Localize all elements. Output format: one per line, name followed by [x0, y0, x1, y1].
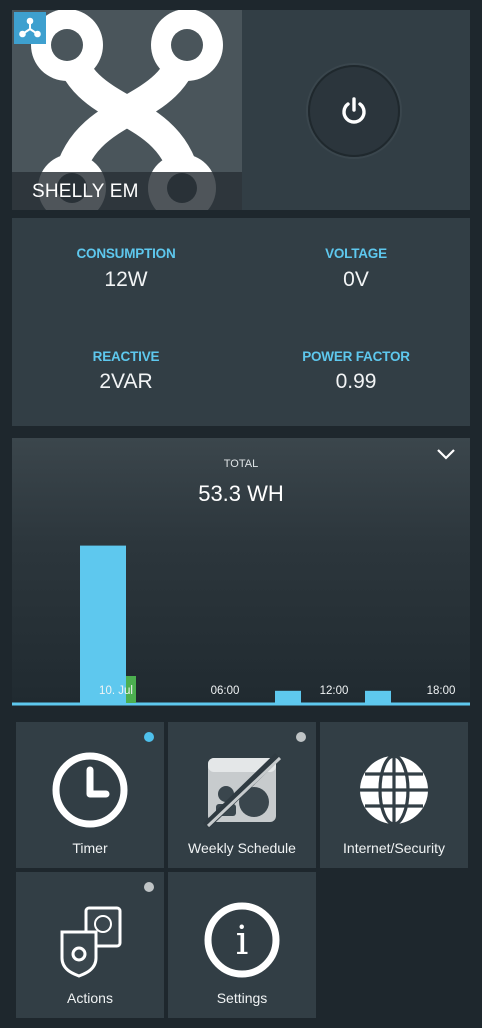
- power-factor-label: POWER FACTOR: [302, 349, 410, 364]
- chart-bar[interactable]: [275, 690, 301, 704]
- power-icon: [342, 97, 366, 124]
- internet-security-tile[interactable]: Internet/Security: [320, 722, 468, 868]
- energy-chart: 10. Jul 06:00 12:00 18:00: [12, 545, 470, 706]
- timer-status-dot: [144, 732, 154, 742]
- clock-icon: [52, 752, 128, 828]
- weekly-schedule-label: Weekly Schedule: [188, 840, 296, 856]
- actions-icon: [60, 906, 122, 978]
- chart-bar[interactable]: [365, 690, 391, 704]
- device-name-bar: SHELLY EM: [12, 172, 242, 210]
- device-image[interactable]: SHELLY EM: [12, 10, 242, 210]
- reactive-value: 2VAR: [99, 370, 153, 393]
- consumption-label: CONSUMPTION: [76, 246, 176, 261]
- device-name: SHELLY EM: [32, 181, 139, 202]
- consumption-value: 12W: [104, 268, 148, 291]
- x-tick-label: 06:00: [211, 685, 240, 697]
- x-tick-label: 12:00: [320, 685, 349, 697]
- actions-status-dot: [144, 882, 154, 892]
- actions-label: Actions: [67, 990, 113, 1006]
- timer-tile[interactable]: Timer: [16, 722, 164, 868]
- actions-tile[interactable]: Actions: [16, 872, 164, 1018]
- device-card: SHELLY EM: [12, 10, 470, 210]
- voltage-value: 0V: [343, 268, 369, 291]
- x-tick-label: 18:00: [427, 685, 456, 697]
- voltage-label: VOLTAGE: [325, 246, 387, 261]
- settings-label: Settings: [216, 990, 268, 1006]
- schedule-disabled-icon: [203, 753, 282, 829]
- power-factor-value: 0.99: [335, 370, 377, 393]
- metrics-card: CONSUMPTION 12W VOLTAGE 0V REACTIVE 2VAR…: [12, 218, 470, 426]
- info-icon: i: [204, 902, 280, 978]
- x-tick-label: 10. Jul: [99, 685, 133, 697]
- settings-tile[interactable]: i Settings: [168, 872, 316, 1018]
- total-label: TOTAL: [223, 458, 259, 470]
- timer-label: Timer: [72, 840, 108, 856]
- weekly-schedule-status-dot: [296, 732, 306, 742]
- chevron-down-icon[interactable]: [436, 447, 456, 466]
- globe-icon: [360, 754, 428, 826]
- reactive-label: REACTIVE: [92, 349, 160, 364]
- svg-text:i: i: [236, 918, 249, 964]
- chart-bar[interactable]: [80, 545, 126, 704]
- weekly-schedule-tile[interactable]: Weekly Schedule: [168, 722, 316, 868]
- total-value: 53.3 WH: [198, 481, 284, 506]
- internet-security-label: Internet/Security: [343, 840, 445, 856]
- power-button[interactable]: [308, 65, 400, 157]
- network-icon: [14, 12, 46, 44]
- energy-chart-card: 10. Jul 06:00 12:00 18:00 TOTAL 53.3 WH: [12, 438, 470, 706]
